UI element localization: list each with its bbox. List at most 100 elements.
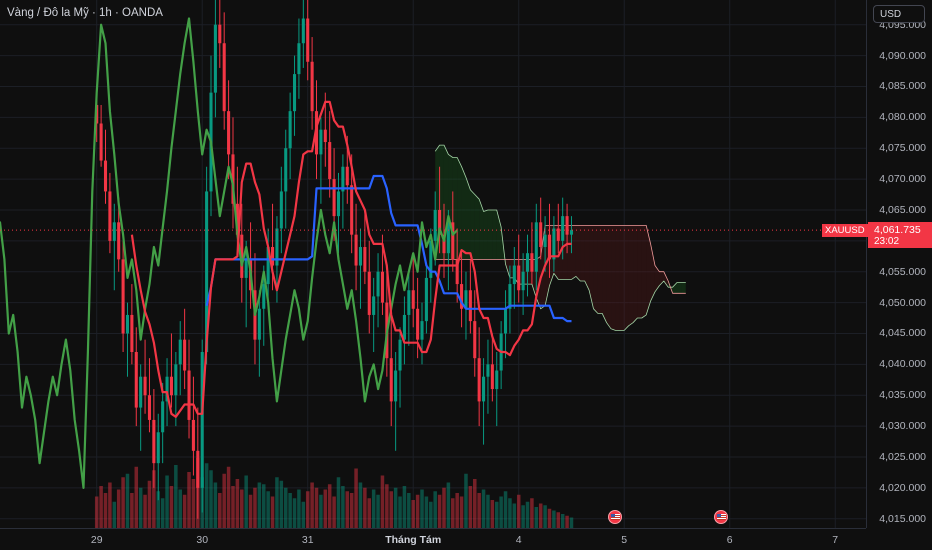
ichimoku-cloud-segment: [646, 225, 651, 315]
ichimoku-cloud-segment: [619, 225, 625, 331]
volume-bar: [547, 508, 552, 528]
candle-body: [482, 376, 486, 402]
ichimoku-cloud-segment: [580, 225, 585, 281]
volume-bar: [525, 501, 530, 528]
volume-bar: [165, 475, 169, 528]
candle-body: [191, 419, 195, 451]
volume-bar: [556, 512, 561, 528]
volume-bar: [477, 493, 481, 528]
candle-body: [213, 24, 217, 93]
volume-bar: [301, 501, 306, 528]
ichimoku-cloud-segment: [575, 225, 581, 281]
candle-body: [200, 352, 204, 488]
volume-bar: [437, 494, 442, 528]
ichimoku-cloud-segment: [474, 194, 480, 260]
candle-body: [244, 259, 248, 278]
volume-bar: [534, 507, 539, 528]
ichimoku-cloud-segment: [492, 209, 497, 260]
candle-body: [398, 339, 402, 371]
volume-bar: [94, 496, 99, 528]
volume-bar: [459, 496, 464, 528]
candle-body: [134, 352, 138, 408]
volume-bar: [266, 491, 270, 528]
candle-body: [473, 321, 477, 359]
candle-body: [301, 18, 305, 44]
volume-bar: [305, 491, 310, 528]
candle-body: [196, 450, 200, 488]
volume-bar: [116, 489, 121, 528]
time-tick-label: 7: [832, 534, 839, 546]
ichimoku-cloud-segment: [606, 225, 612, 329]
time-axis[interactable]: 29 30 31 Tháng Tám 4 5 6 7: [0, 528, 866, 550]
candle-body: [350, 185, 354, 235]
candle-body: [372, 296, 376, 315]
candle-body: [402, 314, 406, 340]
us-flag-icon[interactable]: [713, 510, 728, 524]
ichimoku-cloud-segment: [487, 209, 493, 260]
volume-bar: [420, 489, 424, 528]
volume-bar: [222, 473, 226, 528]
volume-bar: [429, 501, 433, 528]
volume-bar: [182, 494, 187, 528]
candle-body: [468, 290, 472, 322]
candle-body: [99, 123, 103, 161]
candle-body: [222, 43, 226, 112]
volume-bar: [530, 498, 534, 528]
price-tick-label: 4,020.000: [879, 481, 926, 494]
candle-body: [345, 166, 349, 186]
volume-bar: [380, 475, 385, 528]
candle-body: [556, 228, 560, 241]
candle-body: [108, 191, 112, 241]
volume-bar: [393, 487, 398, 528]
candle-body: [292, 74, 297, 112]
last-price-value: 4,061.735: [874, 224, 921, 237]
price-tick-label: 4,050.000: [879, 296, 926, 309]
volume-bar: [261, 484, 266, 528]
volume-bar: [169, 486, 174, 528]
candle-body: [525, 253, 530, 272]
currency-selector-button[interactable]: USD: [873, 5, 925, 23]
candle-body: [174, 364, 178, 396]
time-tick-label: Tháng Tám: [385, 534, 442, 546]
volume-bar: [204, 463, 209, 528]
ichimoku-cloud-segment: [593, 225, 598, 314]
ichimoku-cloud-segment: [470, 189, 475, 260]
volume-bar: [112, 501, 117, 528]
volume-bar: [442, 487, 446, 528]
ichimoku-cloud-segment: [479, 199, 484, 260]
candle-body: [332, 179, 336, 217]
candle-body: [503, 308, 508, 334]
price-tick-label: 4,040.000: [879, 358, 926, 371]
candle-body: [218, 24, 222, 44]
ichimoku-cloud-segment: [457, 157, 462, 260]
volume-bar: [138, 487, 143, 528]
volume-bar: [538, 503, 543, 528]
volume-bar: [490, 500, 495, 528]
chart-plot-area[interactable]: [0, 0, 866, 528]
candle-body: [336, 191, 341, 217]
price-tick-label: 4,035.000: [879, 389, 926, 402]
volume-bar: [552, 510, 556, 528]
volume-bar: [354, 468, 358, 528]
candle-body: [262, 284, 266, 309]
volume-bar: [446, 482, 451, 528]
volume-bar: [257, 482, 262, 528]
ichimoku-cloud-segment: [465, 177, 471, 260]
volume-bar: [279, 480, 284, 528]
candle-body: [147, 395, 152, 420]
volume-bar: [130, 493, 134, 528]
ichimoku-cloud-segment: [641, 225, 647, 319]
price-tick-label: 4,070.000: [879, 173, 926, 186]
volume-bar: [143, 494, 147, 528]
time-tick-label: 4: [515, 534, 522, 546]
volume-bar: [147, 480, 152, 528]
candle-body: [117, 222, 121, 260]
candle-body: [376, 271, 380, 297]
time-tick-label: 31: [301, 534, 314, 546]
volume-bar: [499, 496, 503, 528]
price-axis[interactable]: 4,015.000 4,020.000 4,025.000 4,030.000 4,03…: [866, 0, 932, 528]
candle-body: [521, 271, 525, 291]
volume-bar: [516, 494, 521, 528]
price-tick-label: 4,085.000: [879, 80, 926, 93]
candle-body: [279, 191, 283, 229]
